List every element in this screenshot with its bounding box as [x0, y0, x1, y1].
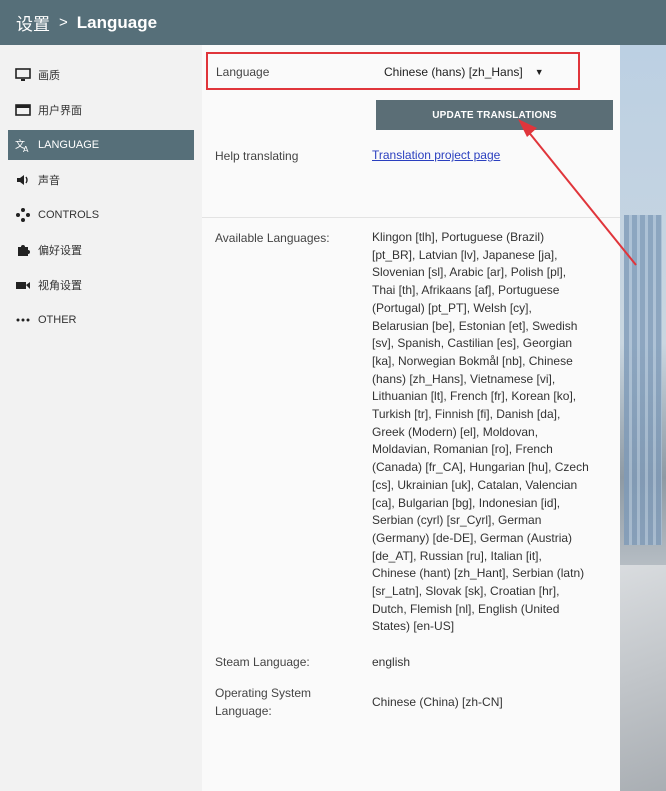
available-languages-line: [sv], Spanish, Castilian [es], Georgian — [372, 336, 573, 351]
os-language-label-line1: Operating System — [215, 686, 312, 700]
available-languages-line: States) [en-US] — [372, 619, 455, 634]
sidebar-item-label: 用户界面 — [38, 105, 82, 117]
available-languages-list: Klingon [tlh], Portuguese (Brazil) [pt_B… — [372, 229, 617, 636]
window-icon — [14, 101, 32, 119]
game-background-scene — [620, 45, 666, 791]
sidebar-item-label: 偏好设置 — [38, 245, 82, 257]
available-languages-line: Klingon [tlh], Portuguese (Brazil) — [372, 230, 545, 244]
monitor-icon — [14, 66, 32, 84]
available-languages-line: Dutch, Flemish [nl], English (United — [372, 601, 560, 616]
available-languages-line: (Portugal) [pt_PT], Welsh [cy], — [372, 300, 532, 315]
ellipsis-icon — [14, 311, 32, 329]
available-languages-line: [ka], Norwegian Bokmål [nb], Chinese — [372, 353, 573, 368]
available-languages-line: [sr_Latn], Slovak [sk], Croatian [hr], — [372, 584, 560, 599]
available-languages-line: [de_AT], Russian [ru], Italian [it], — [372, 548, 542, 563]
translation-project-link[interactable]: Translation project page — [372, 148, 500, 162]
sidebar-item-label: CONTROLS — [38, 209, 100, 221]
sidebar-item-sound[interactable]: 声音 — [8, 165, 194, 195]
available-languages-line: Slovenian [sl], Arabic [ar], Polish [pl]… — [372, 265, 567, 280]
available-languages-line: [pt_BR], Latvian [lv], Japanese [ja], — [372, 247, 558, 262]
available-languages-line: Turkish [tr], Finnish [fi], Danish [da], — [372, 407, 561, 422]
building-image — [624, 215, 662, 545]
available-languages-line: (hans) [zh_Hans], Vietnamese [vi], — [372, 371, 556, 386]
language-settings-panel: Language Chinese (hans) [zh_Hans] ▼ UPDA… — [202, 45, 620, 791]
sidebar-item-label: 视角设置 — [38, 280, 82, 292]
puzzle-icon — [14, 241, 32, 259]
available-languages-line: (Canada) [fr_CA], Hungarian [hu], Czech — [372, 460, 589, 475]
available-languages-label: Available Languages: — [215, 231, 330, 245]
sidebar-item-label: 画质 — [38, 70, 60, 82]
sidebar-item-other[interactable]: OTHER — [8, 305, 194, 335]
breadcrumb-separator: > — [59, 14, 68, 31]
language-row-highlight: Language Chinese (hans) [zh_Hans] ▼ — [206, 52, 580, 90]
available-languages-line: (Germany) [de-DE], German (Austria) — [372, 530, 573, 545]
sidebar-item-label: OTHER — [38, 314, 77, 326]
available-languages-line: Thai [th], Afrikaans [af], Portuguese — [372, 283, 560, 298]
page-title: Language — [76, 12, 158, 32]
language-label: Language — [216, 65, 270, 79]
divider — [202, 217, 620, 218]
sidebar-item-label: LANGUAGE — [38, 139, 100, 151]
title-bar: 设置 > Language — [0, 0, 666, 45]
language-select[interactable]: Chinese (hans) [zh_Hans] ▼ — [384, 62, 569, 82]
sidebar: 画质 用户界面 文A LANGUAGE 声音 CONTROLS 偏好设置 视角设… — [0, 45, 202, 791]
available-languages-line: Lithuanian [lt], French [fr], Korean [ko… — [372, 389, 577, 404]
os-language-label-line2: Language: — [215, 704, 272, 718]
road-image — [620, 565, 666, 791]
sidebar-item-language[interactable]: 文A LANGUAGE — [8, 130, 194, 160]
available-languages-line: Serbian (cyrl) [sr_Cyrl], German — [372, 513, 542, 528]
available-languages-line: Greek (Modern) [el], Moldovan, — [372, 424, 539, 439]
os-language-value: Chinese (China) [zh-CN] — [372, 695, 503, 709]
available-languages-line: [ca], Bulgarian [bg], Indonesian [id], — [372, 495, 561, 510]
available-languages-line: Chinese (hant) [zh_Hant], Serbian (latn) — [372, 566, 585, 581]
camera-icon — [14, 276, 32, 294]
language-select-value: Chinese (hans) [zh_Hans] — [384, 65, 523, 79]
chevron-down-icon: ▼ — [534, 67, 544, 77]
sidebar-item-graphics[interactable]: 画质 — [8, 60, 194, 90]
svg-text:A: A — [23, 145, 29, 153]
speaker-icon — [14, 171, 32, 189]
breadcrumb-parent[interactable]: 设置 — [16, 10, 50, 35]
sidebar-item-label: 声音 — [38, 175, 60, 187]
available-languages-line: Moldavian, Romanian [ro], French — [372, 442, 553, 457]
sidebar-item-camera[interactable]: 视角设置 — [8, 270, 194, 300]
update-translations-button[interactable]: UPDATE TRANSLATIONS — [376, 100, 613, 130]
sidebar-item-preferences[interactable]: 偏好设置 — [8, 235, 194, 265]
gamepad-icon — [14, 206, 32, 224]
steam-language-value: english — [372, 655, 411, 669]
sidebar-item-ui[interactable]: 用户界面 — [8, 95, 194, 125]
steam-language-label: Steam Language: — [215, 655, 310, 669]
available-languages-line: Belarusian [be], Estonian [et], Swedish — [372, 318, 578, 333]
sidebar-item-controls[interactable]: CONTROLS — [8, 200, 194, 230]
available-languages-line: [cs], Ukrainian [uk], Catalan, Valencian — [372, 477, 578, 492]
translate-icon: 文A — [14, 136, 32, 154]
help-translating-label: Help translating — [215, 149, 299, 163]
